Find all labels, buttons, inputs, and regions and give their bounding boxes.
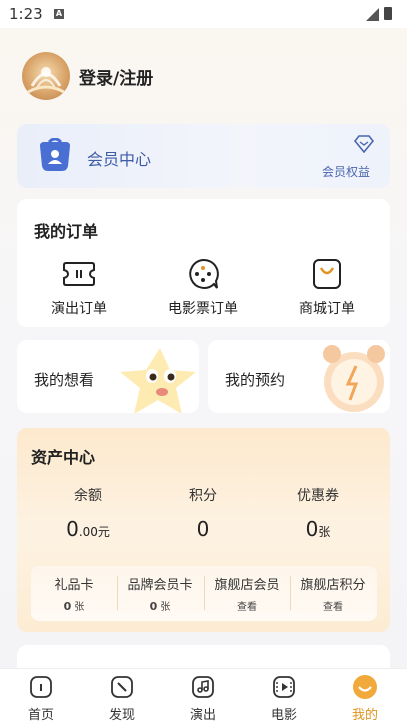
member-center-card[interactable]: 会员中心 会员权益 (17, 124, 390, 188)
my-reservation-label: 我的预约 (225, 371, 286, 389)
my-orders-card: 我的订单 演出订单 电影票订单 商城订单 (17, 199, 390, 327)
popcorn-chat-icon (189, 258, 219, 289)
tab-shows[interactable]: 演出 (173, 673, 233, 723)
flagship-member-view: 查看 (237, 602, 257, 613)
coupons-label: 优惠券 (297, 488, 339, 504)
coupons-value: 0 (305, 517, 319, 541)
my-wishlist-card[interactable]: 我的想看 (17, 340, 199, 413)
home-icon (30, 676, 52, 698)
bottom-tab-bar: 首页 发现 演出 电影 我的 (0, 668, 407, 725)
gift-card-count: 0 (63, 600, 72, 613)
movie-orders-label: 电影票订单 (168, 301, 238, 317)
balance-unit: .00元 (78, 525, 110, 539)
points-stat[interactable]: 积分 0 (143, 485, 263, 541)
login-register-link[interactable]: 登录/注册 (79, 64, 153, 89)
balance-value: 0 (66, 517, 79, 541)
status-bar: 1:23 A (0, 0, 407, 28)
member-bag-icon (40, 138, 70, 171)
perks-row: 礼品卡 0 张 品牌会员卡 0 张 旗舰店会员 查看 旗舰店积分 查看 (31, 566, 377, 621)
tab-home-label: 首页 (27, 708, 54, 723)
star-mascot-icon (120, 348, 196, 413)
my-reservation-card[interactable]: 我的预约 (208, 340, 390, 413)
mall-orders-button[interactable]: 商城订单 (272, 257, 382, 318)
film-icon (273, 676, 295, 698)
tab-shows-label: 演出 (189, 708, 216, 723)
flagship-member-item[interactable]: 旗舰店会员 查看 (204, 574, 290, 613)
tab-movies[interactable]: 电影 (254, 673, 314, 723)
flagship-points-label: 旗舰店积分 (300, 578, 366, 593)
gift-card-item[interactable]: 礼品卡 0 张 (31, 574, 117, 613)
orders-title: 我的订单 (34, 222, 99, 241)
alarm-clock-icon (323, 345, 385, 412)
brand-member-card-count: 0 (149, 600, 158, 613)
shopping-bag-icon (313, 259, 341, 289)
my-wishlist-label: 我的想看 (34, 371, 95, 389)
gift-card-unit: 张 (74, 602, 85, 613)
balance-stat[interactable]: 余额 0.00元 (28, 485, 148, 541)
flagship-points-view: 查看 (323, 602, 343, 613)
tab-movies-label: 电影 (270, 708, 297, 723)
flagship-member-label: 旗舰店会员 (214, 578, 280, 593)
music-note-icon (192, 676, 214, 698)
flagship-points-item[interactable]: 旗舰店积分 查看 (290, 574, 376, 613)
status-time: 1:23 (9, 5, 43, 23)
show-orders-label: 演出订单 (51, 301, 107, 317)
profile-icon (353, 675, 377, 699)
member-rights-link[interactable]: 会员权益 (322, 163, 370, 180)
battery-icon (384, 7, 392, 20)
tab-mine[interactable]: 我的 (335, 673, 395, 723)
tab-discover[interactable]: 发现 (92, 673, 152, 723)
ticket-icon (63, 262, 95, 286)
show-orders-button[interactable]: 演出订单 (24, 257, 134, 318)
member-center-title: 会员中心 (87, 150, 152, 169)
login-area[interactable]: 登录/注册 (22, 52, 153, 100)
notification-icon: A (54, 9, 64, 19)
mall-orders-label: 商城订单 (299, 301, 355, 317)
brand-member-card-unit: 张 (160, 602, 171, 613)
avatar[interactable] (22, 52, 70, 100)
tab-discover-label: 发现 (108, 708, 135, 723)
tab-mine-label: 我的 (351, 708, 378, 723)
brand-member-card-label: 品牌会员卡 (127, 578, 193, 593)
movie-orders-button[interactable]: 电影票订单 (148, 257, 258, 318)
coupons-unit: 张 (318, 525, 331, 539)
compass-icon (111, 676, 133, 698)
points-label: 积分 (189, 488, 217, 504)
coupons-stat[interactable]: 优惠券 0张 (258, 485, 378, 541)
assets-title: 资产中心 (31, 448, 96, 467)
balance-label: 余额 (74, 488, 102, 504)
brand-member-card-item[interactable]: 品牌会员卡 0 张 (117, 574, 203, 613)
diamond-icon (354, 135, 374, 153)
assets-center-card: 资产中心 余额 0.00元 积分 0 优惠券 0张 礼品卡 0 张 品牌会员卡 … (17, 428, 390, 632)
points-value: 0 (196, 517, 210, 541)
gift-card-label: 礼品卡 (54, 578, 94, 593)
tab-home[interactable]: 首页 (11, 673, 71, 723)
signal-icon (366, 8, 379, 21)
